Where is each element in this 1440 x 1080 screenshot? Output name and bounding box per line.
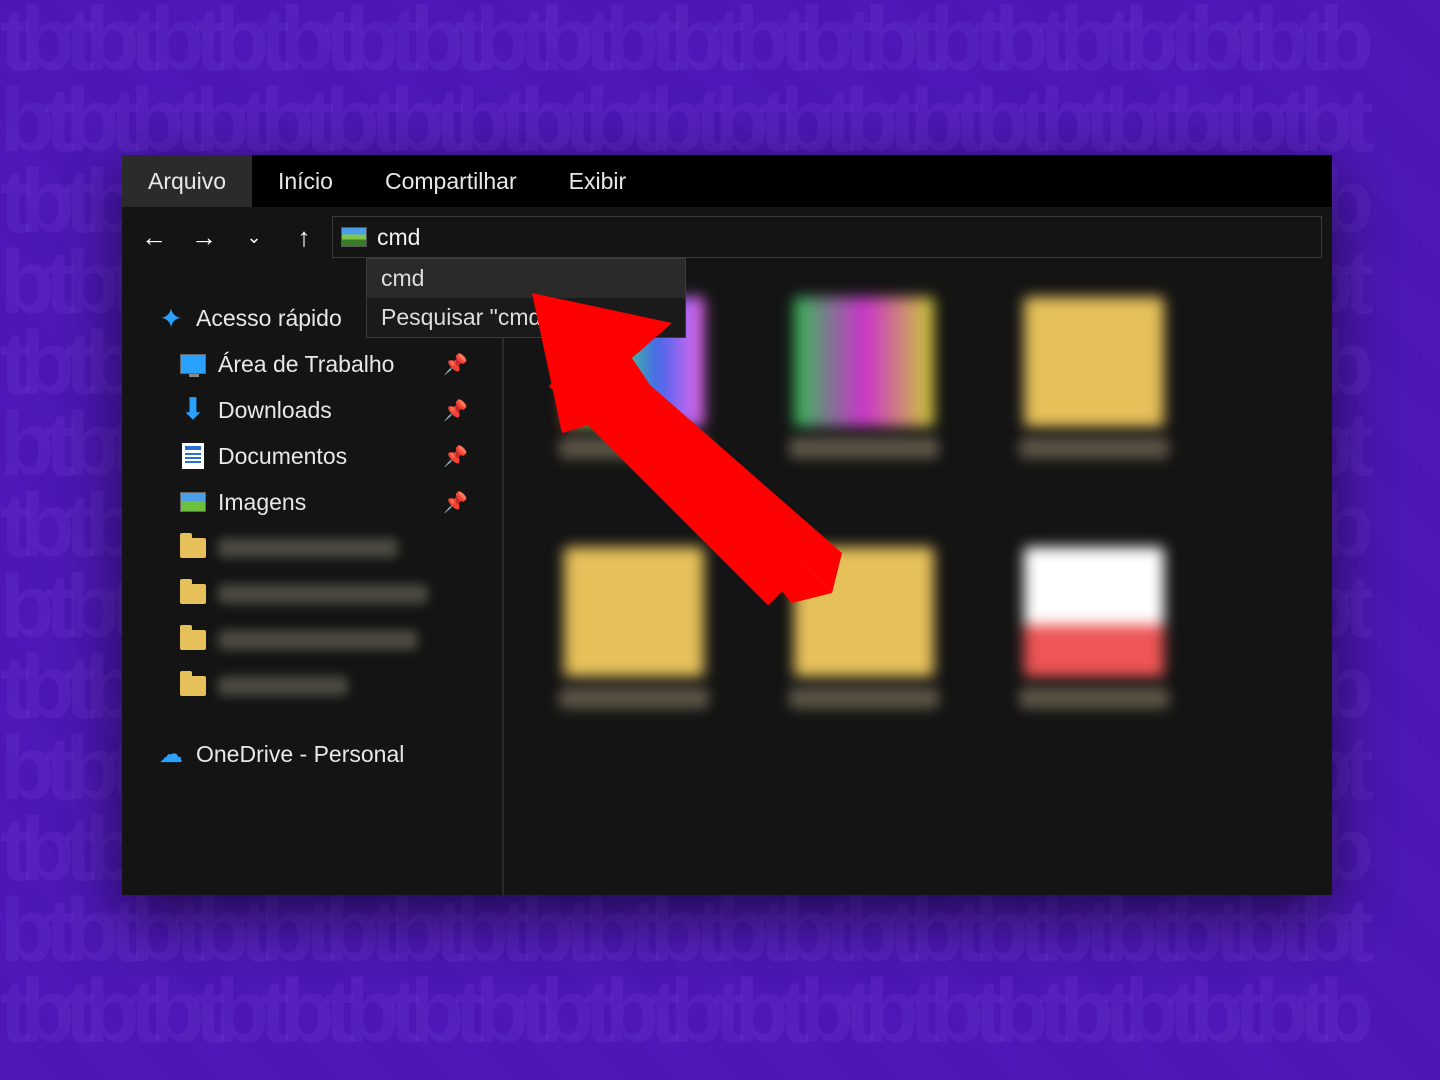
sidebar-item-label: Área de Trabalho: [218, 351, 394, 378]
star-icon: ✦: [158, 305, 184, 331]
folder-icon: [180, 538, 206, 558]
download-arrow-icon: ⬇: [180, 397, 206, 423]
document-icon: [182, 443, 204, 469]
sidebar-onedrive-label: OneDrive - Personal: [196, 741, 404, 768]
sidebar-item-blurred[interactable]: [158, 663, 492, 709]
pin-icon: 📌: [443, 398, 468, 423]
address-bar[interactable]: [332, 216, 1322, 258]
sidebar-item-label: Imagens: [218, 489, 306, 516]
cloud-icon: ☁: [158, 741, 184, 767]
tab-exibir[interactable]: Exibir: [543, 155, 653, 207]
sidebar-item-downloads[interactable]: ⬇ Downloads 📌: [158, 387, 492, 433]
tab-arquivo[interactable]: Arquivo: [122, 155, 252, 207]
blurred-label: [218, 676, 348, 696]
pictures-icon: [180, 492, 206, 512]
pin-icon: 📌: [443, 490, 468, 515]
pin-icon: 📌: [443, 352, 468, 377]
tab-compartilhar[interactable]: Compartilhar: [359, 155, 543, 207]
sidebar-item-label: Downloads: [218, 397, 332, 424]
file-thumbnail[interactable]: [534, 547, 734, 767]
file-thumbnail[interactable]: [994, 547, 1194, 767]
pin-icon: 📌: [443, 444, 468, 469]
folder-icon: [180, 630, 206, 650]
file-thumbnail[interactable]: [994, 297, 1194, 517]
file-thumbnail[interactable]: [764, 547, 964, 767]
folder-icon: [180, 584, 206, 604]
sidebar-item-documents[interactable]: Documentos 📌: [158, 433, 492, 479]
desktop-icon: [180, 354, 206, 374]
pictures-location-icon: [341, 227, 367, 247]
sidebar-item-images[interactable]: Imagens 📌: [158, 479, 492, 525]
nav-toolbar: ← → ⌄ ↑ cmd Pesquisar "cmd": [122, 207, 1332, 267]
address-input[interactable]: [377, 224, 1313, 251]
sidebar-quick-access-label: Acesso rápido: [196, 305, 342, 332]
sidebar-item-label: Documentos: [218, 443, 347, 470]
sidebar-item-blurred[interactable]: [158, 617, 492, 663]
blurred-label: [218, 584, 428, 604]
back-button[interactable]: ←: [132, 215, 176, 259]
tab-inicio[interactable]: Início: [252, 155, 359, 207]
address-suggestion-search[interactable]: Pesquisar "cmd": [367, 298, 685, 337]
navigation-pane: ✦ Acesso rápido Área de Trabalho 📌 ⬇ Dow…: [122, 267, 502, 895]
up-button[interactable]: ↑: [282, 215, 326, 259]
folder-icon: [180, 676, 206, 696]
sidebar-item-desktop[interactable]: Área de Trabalho 📌: [158, 341, 492, 387]
file-thumbnail[interactable]: [764, 297, 964, 517]
explorer-window: Arquivo Início Compartilhar Exibir ← → ⌄…: [122, 155, 1332, 895]
history-dropdown[interactable]: ⌄: [232, 215, 276, 259]
address-suggestions: cmd Pesquisar "cmd": [366, 258, 686, 338]
forward-button[interactable]: →: [182, 215, 226, 259]
address-suggestion-cmd[interactable]: cmd: [367, 259, 685, 298]
blurred-label: [218, 630, 418, 650]
blurred-label: [218, 538, 398, 558]
ribbon-tabs: Arquivo Início Compartilhar Exibir: [122, 155, 1332, 207]
sidebar-item-blurred[interactable]: [158, 525, 492, 571]
sidebar-onedrive[interactable]: ☁ OneDrive - Personal: [158, 731, 492, 777]
sidebar-item-blurred[interactable]: [158, 571, 492, 617]
content-area: [502, 267, 1332, 895]
